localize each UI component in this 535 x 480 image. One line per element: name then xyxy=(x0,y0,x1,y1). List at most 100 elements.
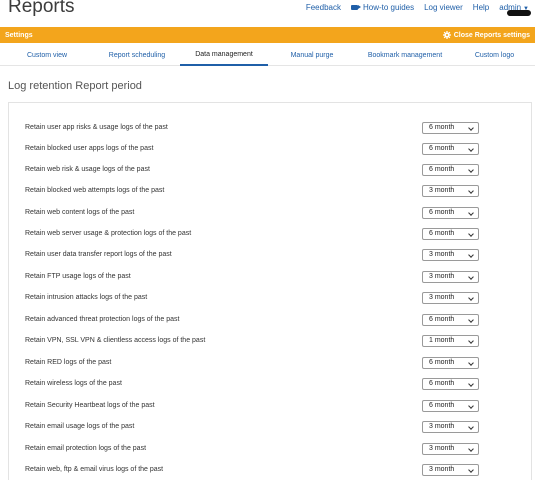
retention-period-value: 6 month xyxy=(429,230,455,237)
retention-label: Retain VPN, SSL VPN & clientless access … xyxy=(25,337,206,344)
retention-period-select[interactable]: 3 month xyxy=(422,270,479,283)
retention-period-value: 6 month xyxy=(429,209,455,216)
chevron-down-icon xyxy=(468,251,474,258)
retention-row: Retain email protection logs of the past… xyxy=(9,438,531,459)
settings-label: Settings xyxy=(5,31,33,39)
chevron-down-icon xyxy=(468,423,474,430)
retention-period-select[interactable]: 6 month xyxy=(422,399,479,412)
retention-label: Retain user data transfer report logs of… xyxy=(25,251,172,258)
retention-period-value: 6 month xyxy=(429,124,455,131)
how-to-guides-link[interactable]: How-to guides xyxy=(350,2,415,12)
retention-period-select[interactable]: 6 month xyxy=(422,356,479,369)
retention-period-value: 1 month xyxy=(429,337,455,344)
retention-label: Retain web risk & usage logs of the past xyxy=(25,166,150,173)
how-to-guides-label: How-to guides xyxy=(362,2,415,12)
retention-period-value: 6 month xyxy=(429,380,455,387)
retention-label: Retain email protection logs of the past xyxy=(25,445,147,452)
settings-bar: Settings Close Reports settings xyxy=(0,27,535,43)
retention-row: Retain advanced threat protection logs o… xyxy=(9,309,531,330)
retention-label: Retain advanced threat protection logs o… xyxy=(25,316,180,323)
retention-period-select[interactable]: 6 month xyxy=(422,377,479,390)
feedback-link[interactable]: Feedback xyxy=(306,3,341,12)
retention-row: Retain user app risks & usage logs of th… xyxy=(9,117,531,138)
retention-period-select[interactable]: 3 month xyxy=(422,248,479,261)
chevron-down-icon xyxy=(468,145,474,152)
retention-row: Retain web risk & usage logs of the past… xyxy=(9,159,531,180)
retention-period-value: 3 month xyxy=(429,273,455,280)
retention-period-value: 3 month xyxy=(429,294,455,301)
retention-period-select[interactable]: 3 month xyxy=(422,291,479,304)
retention-row: Retain blocked web attempts logs of the … xyxy=(9,180,531,201)
tab-custom-logo[interactable]: Custom logo xyxy=(454,44,535,66)
retention-period-value: 3 month xyxy=(429,445,455,452)
retention-row: Retain web, ftp & email virus logs of th… xyxy=(9,459,531,480)
retention-label: Retain email usage logs of the past xyxy=(25,423,135,430)
chevron-down-icon xyxy=(468,466,474,473)
retention-label: Retain Security Heartbeat logs of the pa… xyxy=(25,402,155,409)
retention-label: Retain RED logs of the past xyxy=(25,359,112,366)
section-title: Log retention Report period xyxy=(8,80,142,92)
retention-period-value: 6 month xyxy=(429,359,455,366)
chevron-down-icon xyxy=(468,402,474,409)
chevron-down-icon xyxy=(468,273,474,280)
retention-row: Retain web content logs of the past 6 mo… xyxy=(9,202,531,223)
chevron-down-icon xyxy=(468,294,474,301)
chevron-down-icon xyxy=(468,187,474,194)
chevron-down-icon xyxy=(468,316,474,323)
tab-custom-view[interactable]: Custom view xyxy=(0,44,94,66)
avatar xyxy=(507,10,531,16)
page-title: Reports xyxy=(8,0,75,17)
tab-manual-purge[interactable]: Manual purge xyxy=(268,44,356,66)
retention-period-value: 6 month xyxy=(429,145,455,152)
retention-label: Retain intrusion attacks logs of the pas… xyxy=(25,294,148,301)
retention-period-select[interactable]: 6 month xyxy=(422,227,479,240)
retention-row: Retain web server usage & protection log… xyxy=(9,223,531,244)
retention-row: Retain email usage logs of the past 3 mo… xyxy=(9,416,531,437)
retention-label: Retain wireless logs of the past xyxy=(25,380,122,387)
retention-period-select[interactable]: 6 month xyxy=(422,142,479,155)
retention-period-select[interactable]: 3 month xyxy=(422,420,479,433)
chevron-down-icon xyxy=(468,209,474,216)
retention-row: Retain user data transfer report logs of… xyxy=(9,244,531,265)
retention-period-select[interactable]: 3 month xyxy=(422,184,479,197)
retention-label: Retain web server usage & protection log… xyxy=(25,230,192,237)
retention-label: Retain user app risks & usage logs of th… xyxy=(25,124,168,131)
chevron-down-icon xyxy=(468,337,474,344)
retention-period-value: 3 month xyxy=(429,251,455,258)
retention-period-value: 3 month xyxy=(429,423,455,430)
retention-period-select[interactable]: 6 month xyxy=(422,313,479,326)
retention-period-select[interactable]: 3 month xyxy=(422,442,479,455)
retention-row: Retain FTP usage logs of the past 3 mont… xyxy=(9,266,531,287)
retention-row: Retain RED logs of the past 6 month xyxy=(9,352,531,373)
retention-period-select[interactable]: 6 month xyxy=(422,206,479,219)
tab-bookmark-management[interactable]: Bookmark management xyxy=(356,44,454,66)
close-settings-button[interactable]: Close Reports settings xyxy=(442,31,530,39)
help-link[interactable]: Help xyxy=(473,3,489,12)
close-settings-label: Close Reports settings xyxy=(453,31,530,39)
retention-period-select[interactable]: 3 month xyxy=(422,463,479,476)
retention-row: Retain Security Heartbeat logs of the pa… xyxy=(9,395,531,416)
retention-label: Retain blocked user apps logs of the pas… xyxy=(25,145,154,152)
retention-label: Retain blocked web attempts logs of the … xyxy=(25,187,165,194)
chevron-down-icon xyxy=(468,166,474,173)
retention-period-value: 3 month xyxy=(429,187,455,194)
chevron-down-icon xyxy=(468,230,474,237)
retention-row: Retain blocked user apps logs of the pas… xyxy=(9,138,531,159)
tab-data-management[interactable]: Data management xyxy=(180,44,268,66)
retention-period-select[interactable]: 1 month xyxy=(422,334,479,347)
retention-label: Retain web content logs of the past xyxy=(25,209,135,216)
retention-period-select[interactable]: 6 month xyxy=(422,163,479,176)
retention-row: Retain intrusion attacks logs of the pas… xyxy=(9,287,531,308)
top-nav: Feedback How-to guides Log viewer Help a… xyxy=(296,0,535,14)
retention-label: Retain web, ftp & email virus logs of th… xyxy=(25,466,164,473)
retention-label: Retain FTP usage logs of the past xyxy=(25,273,131,280)
retention-period-select[interactable]: 6 month xyxy=(422,121,479,134)
tab-bar: Custom view Report scheduling Data manag… xyxy=(0,44,535,66)
log-viewer-link[interactable]: Log viewer xyxy=(424,3,463,12)
chevron-down-icon xyxy=(468,445,474,452)
tab-report-scheduling[interactable]: Report scheduling xyxy=(94,44,180,66)
gear-icon xyxy=(442,31,451,39)
retention-period-value: 6 month xyxy=(429,166,455,173)
retention-row: Retain VPN, SSL VPN & clientless access … xyxy=(9,330,531,351)
chevron-down-icon xyxy=(468,380,474,387)
